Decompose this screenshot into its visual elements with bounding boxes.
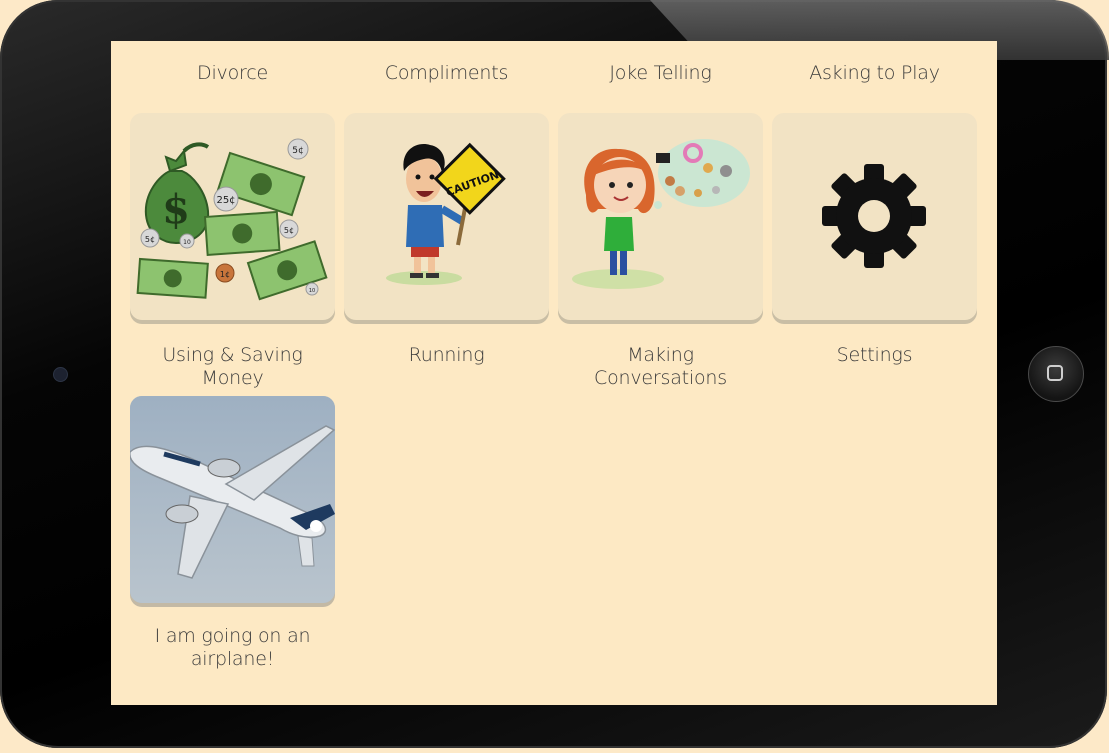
label-asking-to-play[interactable]: Asking to Play xyxy=(772,62,977,85)
svg-text:10: 10 xyxy=(309,288,315,294)
label-running[interactable]: Running xyxy=(344,344,549,367)
airplane-icon xyxy=(130,396,335,603)
label-compliments[interactable]: Compliments xyxy=(344,62,549,85)
label-making-conversations[interactable]: Making Conversations xyxy=(558,344,763,390)
tile-airplane[interactable] xyxy=(130,396,335,603)
home-square-icon xyxy=(1047,365,1063,381)
label-divorce[interactable]: Divorce xyxy=(130,62,335,85)
tile-settings[interactable] xyxy=(772,113,977,320)
label-airplane[interactable]: I am going on an airplane! xyxy=(130,625,335,671)
label-settings[interactable]: Settings xyxy=(772,344,977,367)
home-button[interactable] xyxy=(1028,346,1084,402)
tile-making-conversations[interactable] xyxy=(558,113,763,320)
svg-text:5¢: 5¢ xyxy=(284,226,294,235)
app-screen: Divorce Compliments Joke Telling Asking … xyxy=(111,41,997,705)
camera-icon xyxy=(53,367,68,382)
svg-text:5¢: 5¢ xyxy=(145,235,155,244)
dollar-sign: $ xyxy=(162,186,190,233)
caution-sign-boy-icon: CAUTION xyxy=(386,142,506,285)
svg-text:1¢: 1¢ xyxy=(220,270,230,279)
svg-text:10: 10 xyxy=(183,239,191,246)
label-using-saving-money[interactable]: Using & Saving Money xyxy=(130,344,335,390)
label-joke-telling[interactable]: Joke Telling xyxy=(558,62,763,85)
gear-icon xyxy=(822,164,926,268)
tile-using-saving-money[interactable]: $ 5¢ 25¢ 5¢ 10 5¢ 1¢ 10 xyxy=(130,113,335,320)
svg-text:25¢: 25¢ xyxy=(216,195,235,206)
girl-thinking-icon xyxy=(572,139,750,289)
money-icon: $ 5¢ 25¢ 5¢ 10 5¢ 1¢ 10 xyxy=(136,138,328,301)
svg-text:5¢: 5¢ xyxy=(292,146,303,156)
tile-running[interactable]: CAUTION xyxy=(344,113,549,320)
tablet-device: Divorce Compliments Joke Telling Asking … xyxy=(0,0,1109,748)
